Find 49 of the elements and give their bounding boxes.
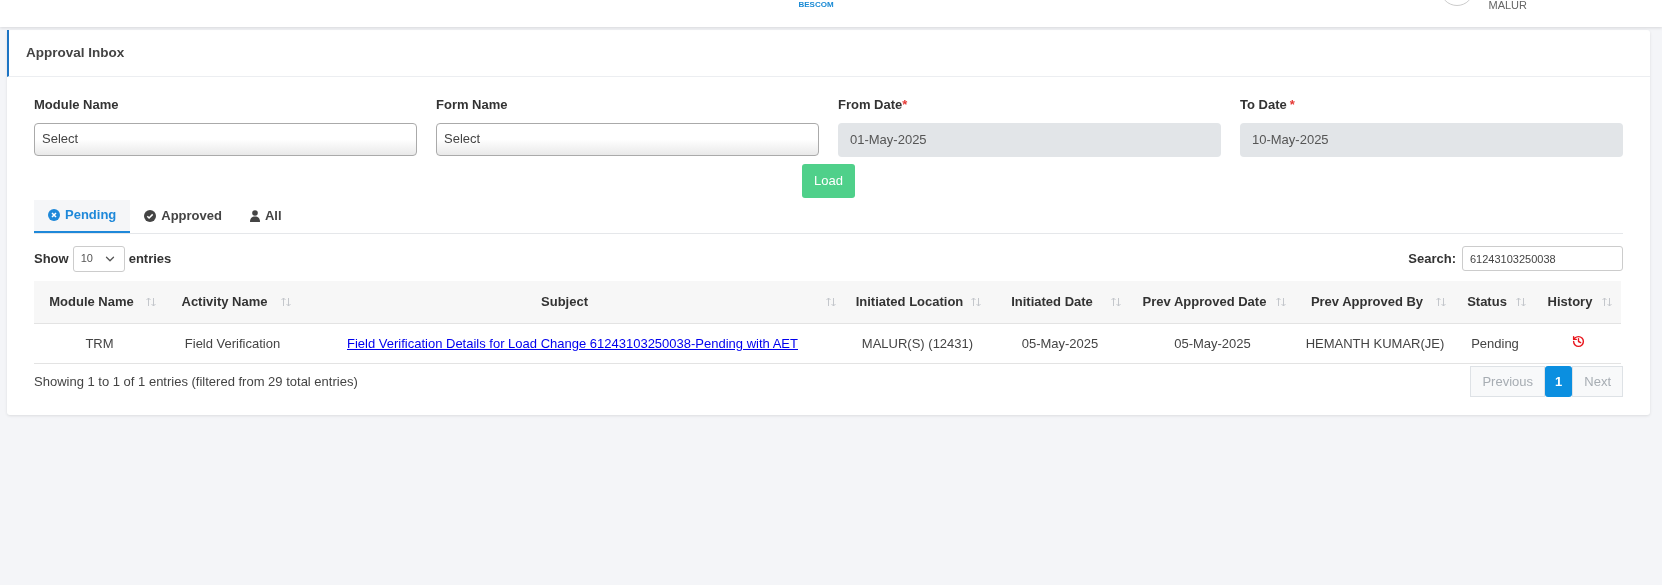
check-circle-icon bbox=[144, 210, 157, 222]
table-cell: 05-May-2025 bbox=[1174, 335, 1251, 351]
column-header[interactable]: Status bbox=[1467, 292, 1507, 312]
sort-icon[interactable] bbox=[1435, 295, 1447, 308]
table-info: Showing 1 to 1 of 1 entries (filtered from 29 total entries) bbox=[34, 372, 358, 391]
tab[interactable]: Approved bbox=[130, 199, 236, 233]
subject-link[interactable]: Field Verification Details for Load Change 61243103250038-Pending with AET bbox=[347, 335, 798, 351]
entries-select[interactable]: 10 bbox=[72, 245, 125, 272]
sort-icon[interactable] bbox=[1515, 295, 1527, 308]
field-label: To Date * bbox=[1240, 96, 1296, 114]
column-header[interactable]: Initiated Location bbox=[855, 292, 964, 312]
column-header[interactable]: Subject bbox=[541, 292, 588, 312]
user-location: MALUR bbox=[1488, 0, 1527, 11]
search-field[interactable]: 61243103250038 bbox=[1462, 246, 1623, 271]
table-cell: MALUR(S) (12431) bbox=[861, 335, 974, 351]
field-label: Form Name bbox=[436, 96, 509, 114]
sort-icon[interactable] bbox=[1601, 295, 1613, 308]
sort-icon[interactable] bbox=[825, 295, 837, 308]
date-field[interactable]: 10-May-2025 bbox=[1240, 122, 1623, 157]
select-field[interactable]: Select bbox=[34, 122, 417, 156]
select-field[interactable]: Select bbox=[436, 122, 819, 156]
x-circle-icon bbox=[48, 209, 60, 221]
logo-text: BESCOM bbox=[798, 1, 834, 9]
sort-icon[interactable] bbox=[280, 295, 292, 308]
sort-icon[interactable] bbox=[970, 295, 982, 308]
table-cell: TRM bbox=[85, 335, 114, 351]
field-label: From Date* bbox=[838, 96, 909, 114]
sort-icon[interactable] bbox=[145, 295, 157, 308]
show-label: Show bbox=[34, 249, 69, 268]
date-field[interactable]: 01-May-2025 bbox=[838, 122, 1221, 157]
column-header[interactable]: Module Name bbox=[49, 292, 134, 312]
column-header[interactable]: Initiated Date bbox=[1011, 292, 1093, 312]
sort-icon[interactable] bbox=[1110, 295, 1122, 308]
tab[interactable]: All bbox=[235, 199, 296, 233]
column-header[interactable]: Activity Name bbox=[181, 292, 268, 312]
search-label: Search: bbox=[1408, 249, 1456, 268]
column-header[interactable]: History bbox=[1547, 292, 1593, 312]
table-cell: Field Verification bbox=[184, 335, 281, 351]
user-icon bbox=[249, 210, 260, 222]
table-cell: 05-May-2025 bbox=[1021, 335, 1099, 351]
field-label: Module Name bbox=[34, 96, 120, 114]
column-header[interactable]: Prev Approved By bbox=[1310, 292, 1424, 312]
card-title: Approval Inbox bbox=[26, 43, 125, 62]
table-cell: Pending bbox=[1471, 335, 1519, 351]
column-header[interactable]: Prev Approved Date bbox=[1142, 292, 1267, 312]
entries-label: entries bbox=[128, 249, 172, 268]
sort-icon[interactable] bbox=[1275, 295, 1287, 308]
table-cell: HEMANTH KUMAR(JE) bbox=[1305, 335, 1445, 351]
history-icon[interactable] bbox=[1571, 334, 1585, 348]
